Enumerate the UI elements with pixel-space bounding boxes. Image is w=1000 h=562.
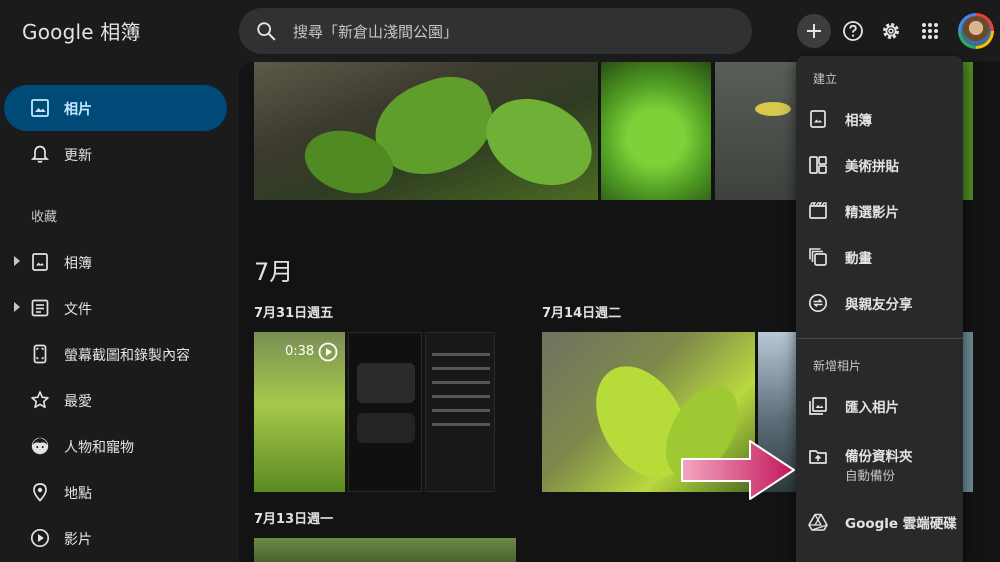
menu-item-label: 備份資料夾 [845,449,913,465]
collage-icon [809,156,827,174]
sidebar-item-updates[interactable]: 更新 [4,131,227,177]
menu-item-label: 匯入相片 [845,400,899,416]
animation-icon [809,248,827,266]
folder-upload-icon [809,450,827,464]
sidebar-item-people-pets[interactable]: 人物和寵物 [4,423,227,469]
face-icon [31,437,49,455]
menu-item-label: 動畫 [845,251,872,267]
screenshot-thumbnail[interactable] [348,332,422,492]
plus-icon [807,24,821,38]
menu-item-import-photos[interactable]: 匯入相片 [796,384,963,428]
partner-share-icon [808,293,828,313]
document-icon [31,299,49,317]
date-heading[interactable]: 7月31日週五 [254,302,333,321]
menu-item-collage[interactable]: 美術拼貼 [796,143,963,187]
screenshot-thumbnail[interactable] [425,332,495,492]
sidebar-item-label: 文件 [64,302,92,318]
menu-item-label: 美術拼貼 [845,159,899,175]
album-icon [810,110,826,128]
expand-caret-icon[interactable] [14,256,20,266]
menu-divider [796,338,963,339]
menu-item-animation[interactable]: 動畫 [796,235,963,279]
sidebar-item-label: 螢幕截圖和錄製內容 [64,348,190,364]
search-input[interactable]: 搜尋「新倉山淺間公園」 [293,21,458,42]
date-heading[interactable]: 7月14日週二 [542,302,621,321]
sidebar-item-screenshots[interactable]: 螢幕截圖和錄製內容 [4,331,227,377]
menu-section-add-photos: 新增相片 [813,359,862,373]
play-circle-icon [318,342,338,362]
video-thumbnail[interactable]: 0:38 [254,332,345,492]
location-pin-icon [33,483,47,502]
phone-screenshot-icon [33,344,47,364]
help-icon [843,21,863,41]
month-heading: 7月 [254,258,294,286]
sidebar-item-label: 影片 [64,532,92,548]
photo-thumbnail[interactable] [254,538,516,562]
sidebar-item-label: 地點 [64,486,92,502]
menu-item-label: 精選影片 [845,205,899,221]
menu-item-share-with-partner[interactable]: 與親友分享 [796,281,963,325]
sidebar-item-documents[interactable]: 文件 [4,285,227,331]
sidebar: 相片 更新 收藏 相簿 文件 螢幕截圖和錄製內容 最愛 人物和寵物 地點 影片 [0,62,239,562]
app-logo[interactable]: Google 相簿 [22,16,141,45]
menu-item-label: Google 雲端硬碟 [845,516,957,532]
expand-caret-icon[interactable] [14,302,20,312]
photo-thumbnail[interactable] [254,62,598,200]
apps-grid-icon [922,23,938,39]
sidebar-item-label: 人物和寵物 [64,440,134,456]
gear-icon [883,23,899,39]
help-button[interactable] [836,14,870,48]
settings-button[interactable] [874,14,908,48]
search-bar[interactable]: 搜尋「新倉山淺間公園」 [239,8,752,54]
create-button[interactable] [797,14,831,48]
menu-item-backup-folder[interactable]: 備份資料夾 自動備份 [796,432,963,488]
photo-thumbnail[interactable] [963,62,973,200]
sidebar-item-favorites[interactable]: 最愛 [4,377,227,423]
sidebar-item-label: 最愛 [64,394,92,410]
photo-thumbnail[interactable] [601,62,711,200]
menu-item-highlight-video[interactable]: 精選影片 [796,189,963,233]
menu-item-label: 與親友分享 [845,297,913,313]
photo-icon [31,99,49,117]
section-label-collections: 收藏 [31,210,58,225]
play-circle-icon [30,528,50,548]
sidebar-item-videos[interactable]: 影片 [4,515,227,561]
photo-thumbnail[interactable] [963,332,973,492]
sidebar-item-label: 相簿 [64,256,92,272]
bell-icon [30,145,50,163]
menu-item-sublabel: 自動備份 [845,468,896,483]
google-drive-icon [808,513,828,531]
video-duration: 0:38 [285,344,315,359]
menu-item-label: 相簿 [845,113,872,129]
menu-section-create: 建立 [813,72,838,86]
sidebar-item-places[interactable]: 地點 [4,469,227,515]
sidebar-item-label: 更新 [64,148,92,164]
sidebar-item-photos[interactable]: 相片 [4,85,227,131]
create-menu: 建立 相簿 美術拼貼 精選影片 動畫 與親友分享 新增相片 匯入相片 備份資料夾… [796,56,963,562]
date-heading[interactable]: 7月13日週一 [254,508,333,527]
album-icon [32,253,48,271]
import-photos-icon [809,397,827,415]
sidebar-item-albums[interactable]: 相簿 [4,239,227,285]
top-bar: Google 相簿 搜尋「新倉山淺間公園」 [0,0,1000,62]
menu-item-google-drive[interactable]: Google 雲端硬碟 [796,500,963,544]
star-icon [31,391,49,409]
sidebar-item-label: 相片 [64,102,92,118]
apps-button[interactable] [913,14,947,48]
movie-icon [809,202,827,219]
avatar[interactable] [958,13,994,49]
menu-item-album[interactable]: 相簿 [796,97,963,141]
annotation-arrow-icon [681,440,795,500]
search-icon [257,22,276,41]
